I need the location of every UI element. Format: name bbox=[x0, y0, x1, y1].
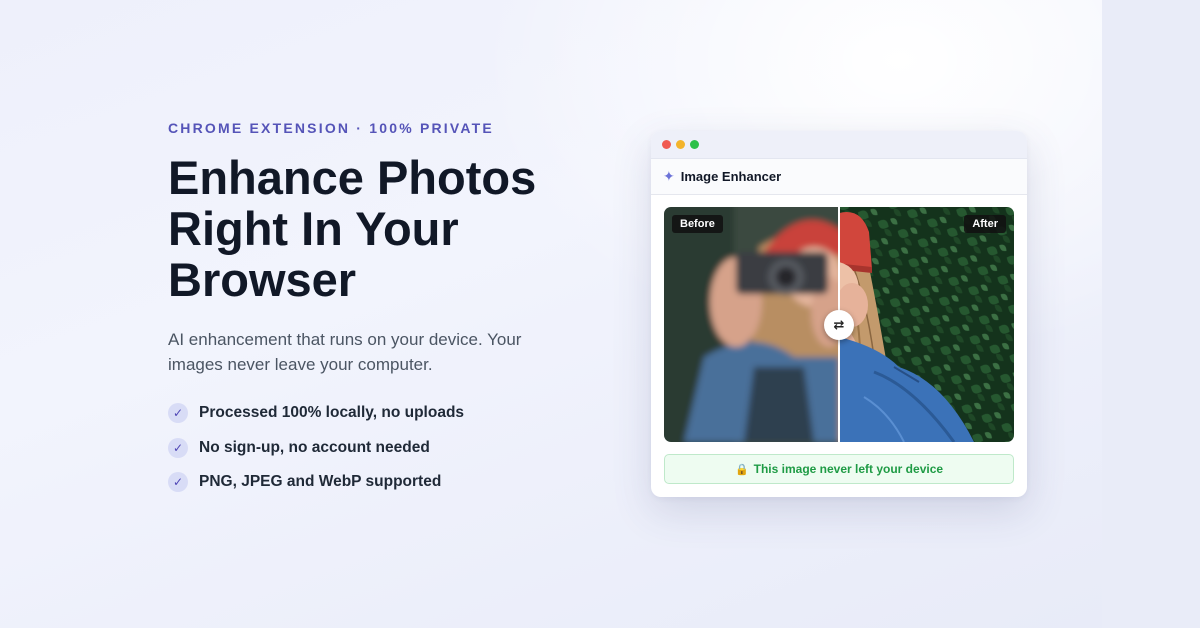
hero-section: CHROME EXTENSION · 100% PRIVATE Enhance … bbox=[0, 0, 1102, 628]
window-titlebar bbox=[651, 131, 1027, 159]
swap-handle-icon[interactable]: ⇄ bbox=[824, 310, 854, 340]
before-badge: Before bbox=[672, 215, 723, 233]
feature-item: ✓ PNG, JPEG and WebP supported bbox=[168, 471, 464, 493]
app-header: ✦ Image Enhancer bbox=[651, 159, 1027, 195]
before-after-comparison[interactable]: ⇄ Before After bbox=[664, 207, 1014, 442]
feature-text: PNG, JPEG and WebP supported bbox=[199, 473, 442, 490]
headline-line-1: Enhance Photos bbox=[168, 151, 537, 204]
sparkle-icon: ✦ bbox=[663, 168, 675, 184]
feature-item: ✓ Processed 100% locally, no uploads bbox=[168, 402, 464, 424]
feature-item: ✓ No sign-up, no account needed bbox=[168, 437, 464, 459]
headline-line-3: Browser bbox=[168, 253, 357, 306]
hero-subtext: AI enhancement that runs on your device.… bbox=[168, 330, 522, 374]
feature-list: ✓ Processed 100% locally, no uploads ✓ N… bbox=[168, 402, 464, 506]
page-headline: Enhance Photos Right In Your Browser bbox=[168, 152, 588, 305]
privacy-message: This image never left your device bbox=[753, 462, 944, 476]
privacy-notice: 🔒 This image never left your device bbox=[664, 454, 1014, 484]
eyebrow-label: CHROME EXTENSION · 100% PRIVATE bbox=[168, 120, 494, 136]
app-window-mockup: ✦ Image Enhancer ⇄ Before After 🔒 This i… bbox=[651, 131, 1027, 497]
feature-text: No sign-up, no account needed bbox=[199, 438, 430, 456]
headline-line-2: Right In Your bbox=[168, 202, 459, 255]
check-icon: ✓ bbox=[168, 403, 188, 423]
feature-text: Processed 100% locally, no uploads bbox=[199, 404, 465, 421]
check-icon: ✓ bbox=[168, 472, 188, 492]
after-badge: After bbox=[964, 215, 1006, 233]
minimize-window-dot[interactable] bbox=[676, 140, 685, 149]
lock-icon: 🔒 bbox=[734, 463, 749, 476]
check-icon: ✓ bbox=[168, 437, 188, 458]
maximize-window-dot[interactable] bbox=[690, 140, 699, 149]
close-window-dot[interactable] bbox=[662, 140, 671, 149]
app-title: Image Enhancer bbox=[680, 169, 782, 184]
